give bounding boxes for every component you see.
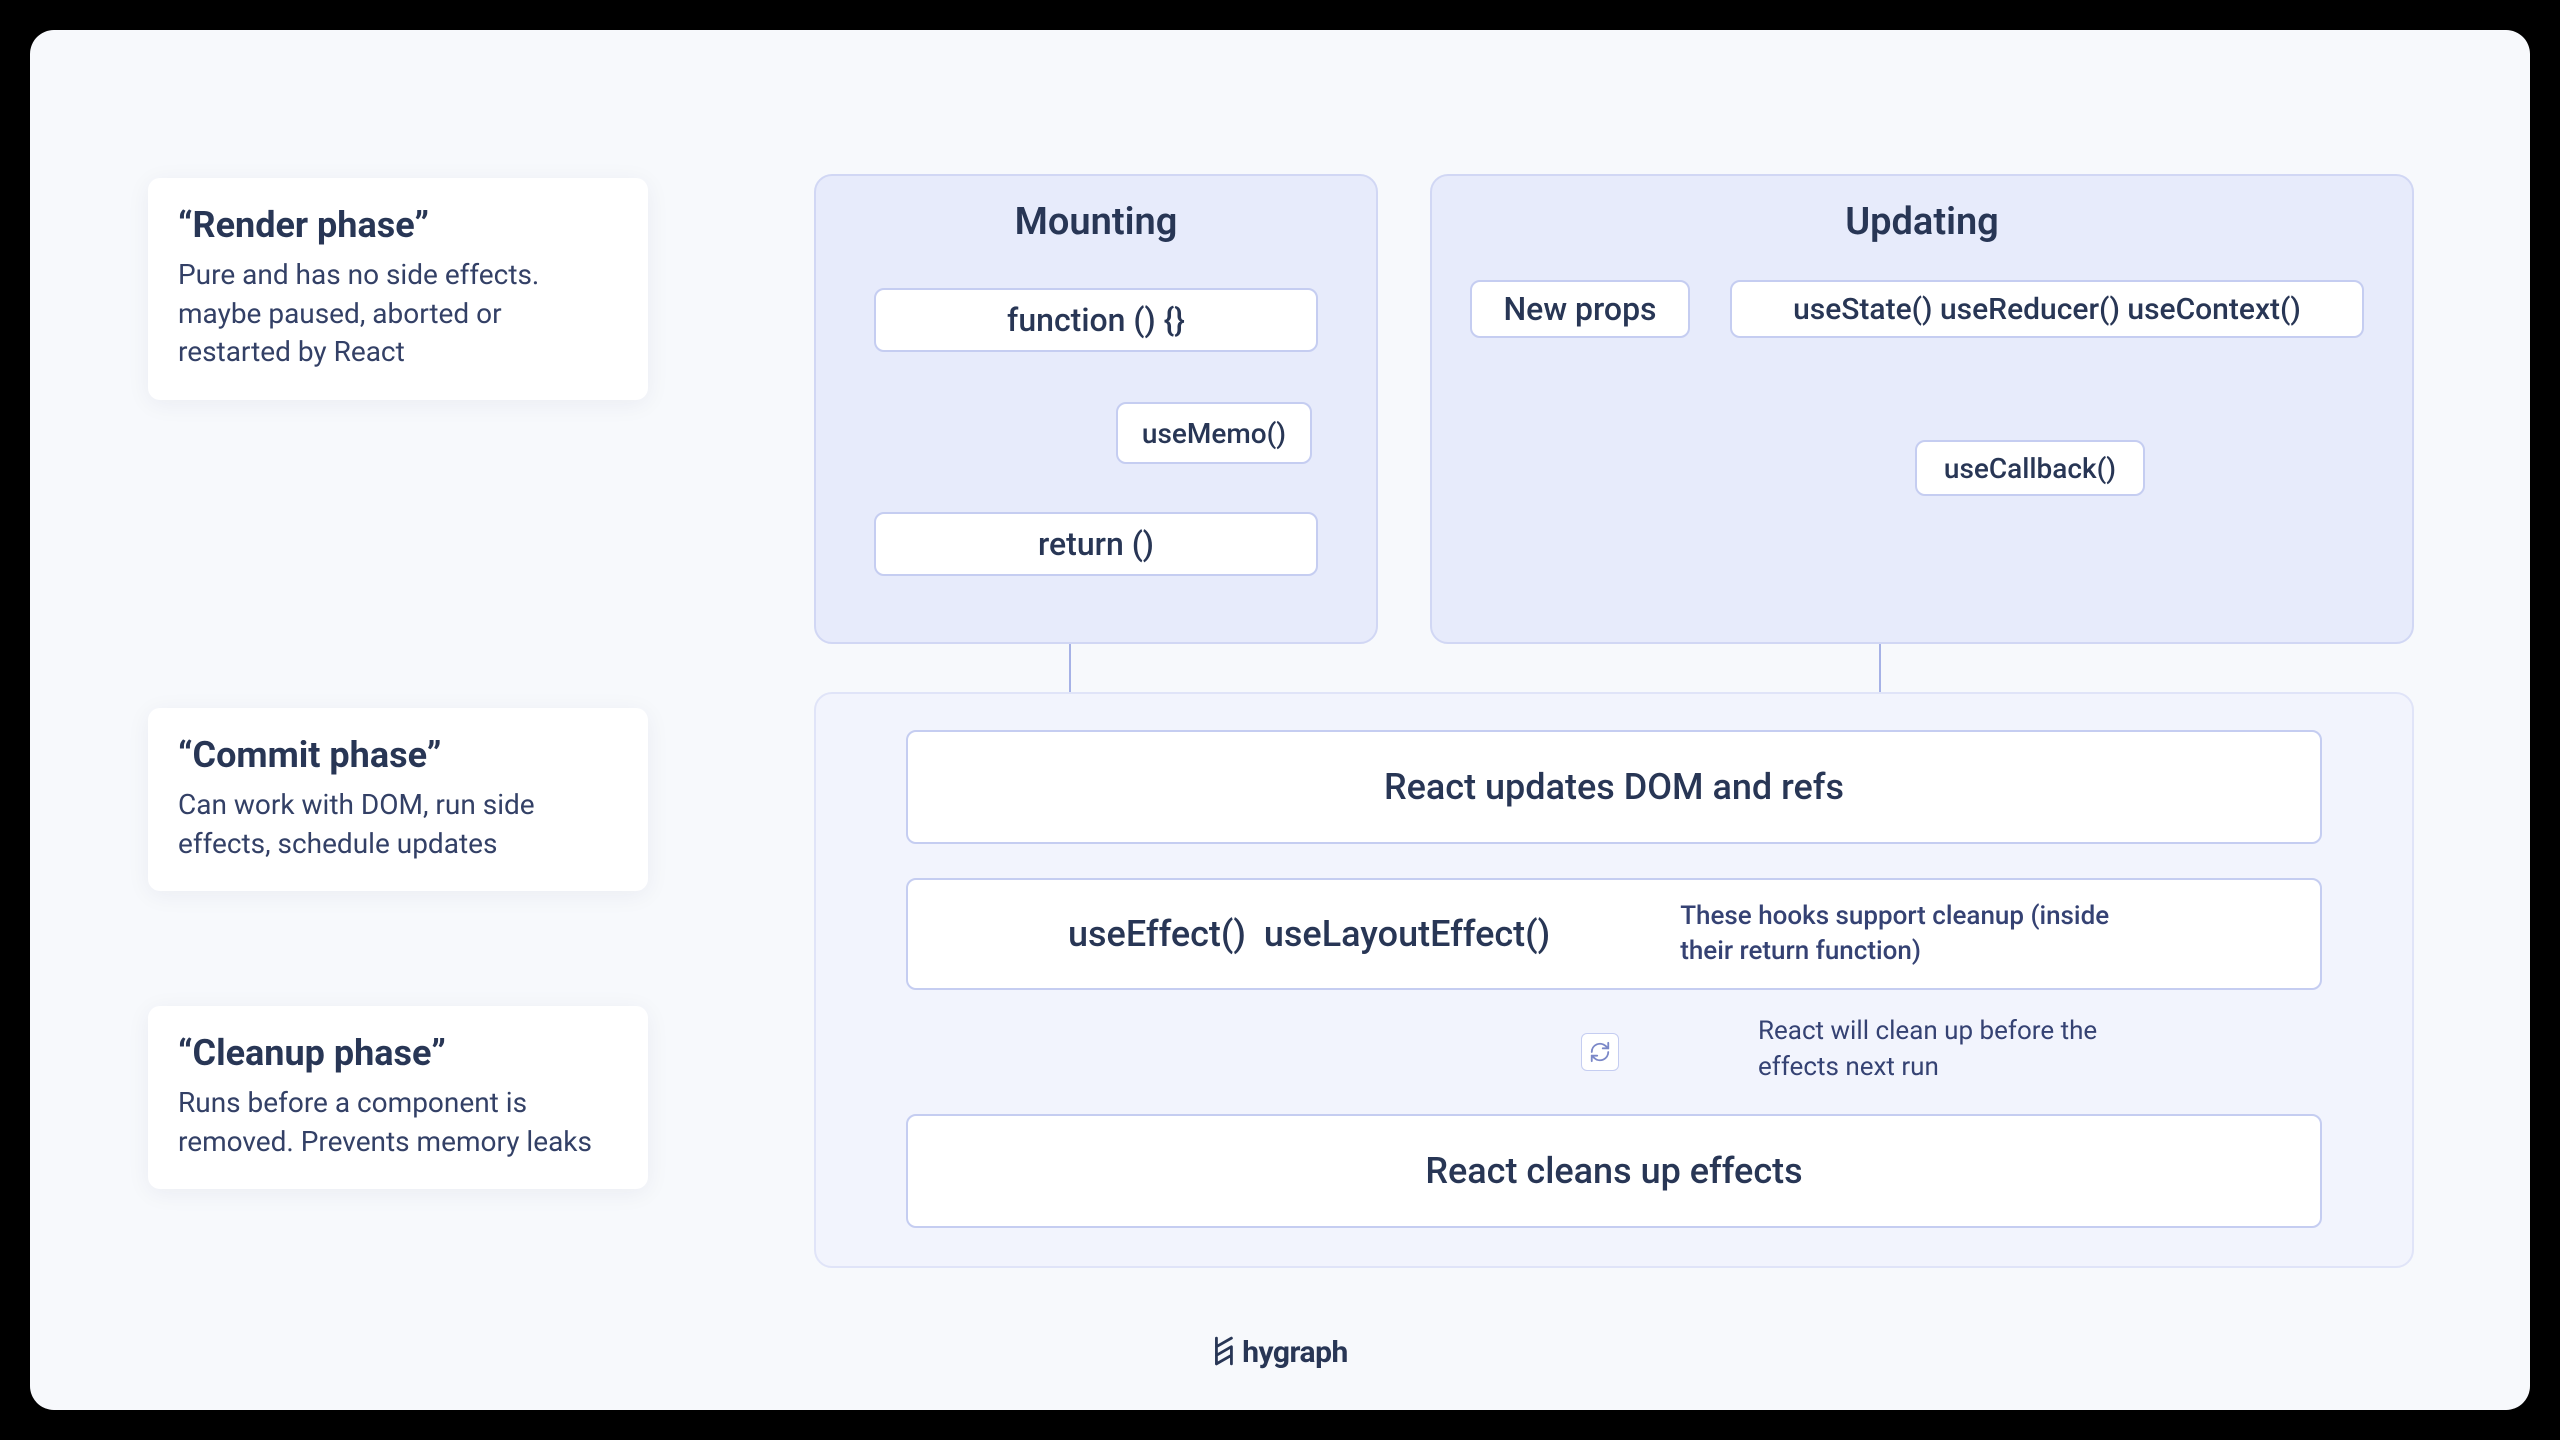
phase-card-render: “Render phase” Pure and has no side effe… [148, 178, 648, 400]
node-cleans-up: React cleans up effects [906, 1114, 2322, 1228]
sync-icon [1581, 1033, 1619, 1071]
phase-title: “Render phase” [178, 204, 618, 246]
phase-title: “Cleanup phase” [178, 1032, 618, 1074]
phase-card-cleanup: “Cleanup phase” Runs before a component … [148, 1006, 648, 1189]
phase-desc: Pure and has no side effects. maybe paus… [178, 256, 618, 372]
panel-title: Updating [1456, 200, 2388, 244]
effect-hooks-text: useEffect() useLayoutEffect() [1068, 913, 1550, 955]
node-function: function () {} [874, 288, 1318, 352]
brand-logo: hygraph [30, 1335, 2530, 1370]
node-newprops: New props [1470, 280, 1690, 338]
node-updates-dom: React updates DOM and refs [906, 730, 2322, 844]
phase-desc: Runs before a component is removed. Prev… [178, 1084, 618, 1161]
node-return: return () [874, 512, 1318, 576]
node-effect-row: useEffect() useLayoutEffect() These hook… [906, 878, 2322, 990]
phase-card-commit: “Commit phase” Can work with DOM, run si… [148, 708, 648, 891]
panel-title: Mounting [840, 200, 1352, 244]
node-usecallback: useCallback() [1915, 440, 2145, 496]
annotation-cleanup-support: These hooks support cleanup (inside thei… [1680, 899, 2120, 969]
node-usememo: useMemo() [1116, 402, 1312, 464]
node-hooksrow: useState() useReducer() useContext() [1730, 280, 2364, 338]
panel-updating: Updating [1430, 174, 2414, 644]
brand-text: hygraph [1242, 1335, 1348, 1370]
annotation-cleanup-before: React will clean up before the effects n… [1758, 1014, 2178, 1086]
diagram-canvas: “Render phase” Pure and has no side effe… [30, 30, 2530, 1410]
phase-desc: Can work with DOM, run side effects, sch… [178, 786, 618, 863]
phase-title: “Commit phase” [178, 734, 618, 776]
